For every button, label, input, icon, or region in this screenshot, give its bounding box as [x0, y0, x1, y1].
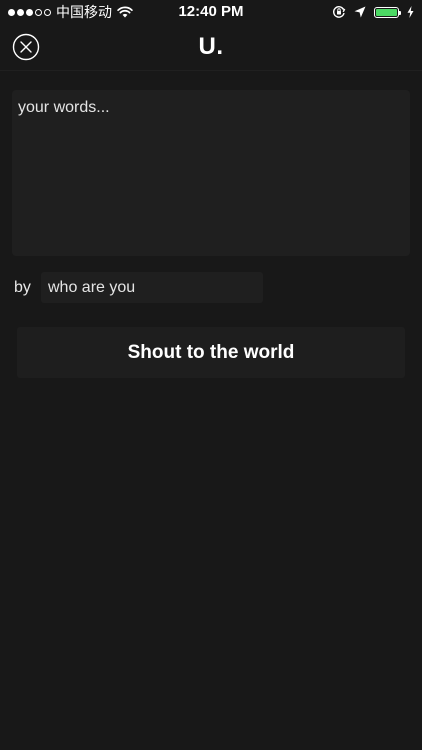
charging-bolt-icon [407, 6, 414, 18]
shout-button[interactable]: Shout to the world [17, 327, 405, 378]
words-input[interactable] [12, 90, 410, 256]
author-name-input[interactable] [41, 272, 263, 303]
by-label: by [14, 279, 31, 296]
status-bar: 中国移动 12:40 PM [0, 0, 422, 24]
battery-level [376, 8, 397, 16]
app-logo: U. [198, 33, 224, 60]
status-right [332, 4, 414, 20]
location-arrow-icon [354, 6, 366, 18]
compose-screen: 中国移动 12:40 PM U. your words... by who ar… [0, 0, 422, 750]
nav-bar: U. [0, 24, 422, 71]
battery-icon [374, 6, 401, 18]
orientation-lock-icon [333, 6, 346, 18]
